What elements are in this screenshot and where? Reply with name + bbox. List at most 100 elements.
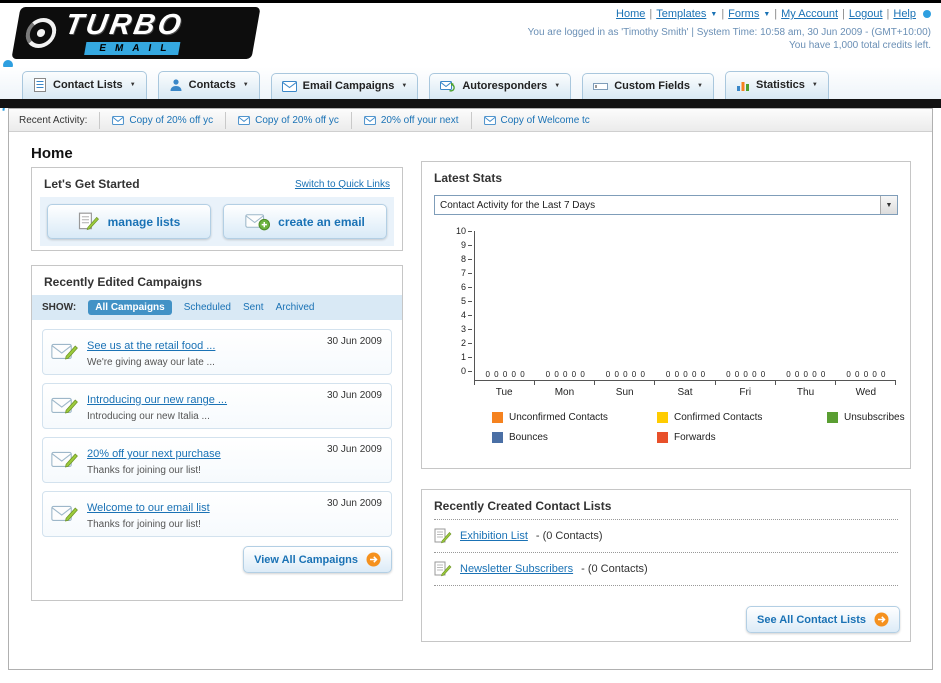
help-dot-icon	[923, 10, 931, 18]
stats-chart: 10 9 8 7 6 5 4 3 2 1 0 0 0 0 0 00 0 0 0 00 0 0 0 0…	[450, 226, 905, 443]
get-started-panel: Let's Get Started Switch to Quick Links …	[31, 167, 403, 251]
link-logout[interactable]: Logout	[849, 8, 883, 20]
chevron-down-icon: ▼	[242, 82, 249, 88]
tab-email-campaigns[interactable]: Email Campaigns ▼	[270, 73, 419, 99]
chart-plot-area: 0 0 0 0 00 0 0 0 00 0 0 0 00 0 0 0 00 0 …	[474, 231, 896, 381]
top-header: TURBO EMAIL Home | Templates ▼ | Forms ▼ | My…	[0, 3, 941, 111]
campaign-date: 30 Jun 2009	[326, 444, 382, 455]
campaign-subject: Thanks for joining our list!	[87, 465, 201, 476]
campaigns-title: Recently Edited Campaigns	[44, 275, 203, 289]
app-logo[interactable]: TURBO EMAIL	[11, 7, 261, 59]
chevron-down-icon: ▼	[697, 83, 703, 89]
campaign-subject: Thanks for joining our list!	[87, 519, 201, 530]
show-label: SHOW:	[42, 302, 77, 313]
pencil-paper-icon	[78, 212, 100, 231]
chart-x-labels: Tue Mon Sun Sat Fri Thu Wed	[495, 387, 877, 398]
tab-statistics[interactable]: Statistics ▼	[724, 71, 829, 99]
tab-autoresponders[interactable]: Autoresponders ▼	[429, 73, 572, 99]
chevron-down-icon: ▼	[710, 10, 718, 18]
campaign-date: 30 Jun 2009	[326, 390, 382, 401]
campaign-subject: We're giving away our late ...	[87, 357, 215, 368]
campaigns-panel: Recently Edited Campaigns SHOW: All Camp…	[31, 265, 403, 601]
link-home[interactable]: Home	[616, 8, 645, 20]
statistics-icon	[736, 78, 750, 92]
divider	[434, 585, 898, 586]
campaign-row[interactable]: See us at the retail food ... We're givi…	[42, 329, 392, 375]
stats-range-select[interactable]: Contact Activity for the Last 7 Days ▼	[434, 195, 898, 215]
campaign-link[interactable]: Welcome to our email list	[87, 502, 210, 514]
link-forms[interactable]: Forms	[728, 8, 759, 20]
contact-list-row[interactable]: Exhibition List - (0 Contacts)	[422, 520, 910, 552]
tab-contacts[interactable]: Contacts ▼	[157, 71, 260, 99]
chevron-down-icon: ▼	[129, 82, 136, 88]
campaign-link[interactable]: Introducing our new range ...	[87, 394, 227, 406]
campaign-row[interactable]: 20% off your next purchase Thanks for jo…	[42, 437, 392, 483]
tab-contact-lists[interactable]: Contact Lists ▼	[22, 71, 147, 99]
get-started-title: Let's Get Started	[44, 177, 140, 191]
legend-item: Forwards	[657, 432, 827, 443]
credits-info: You have 1,000 total credits left.	[789, 40, 931, 51]
campaign-list: See us at the retail food ... We're givi…	[32, 320, 402, 539]
tab-custom-fields[interactable]: Custom Fields ▼	[582, 73, 714, 99]
login-info: You are logged in as 'Timothy Smith' | S…	[527, 27, 931, 38]
filter-all-campaigns[interactable]: All Campaigns	[88, 300, 172, 315]
legend-item: Unsubscribes	[827, 412, 941, 423]
recent-activity-item[interactable]: Copy of Welcome tc	[470, 111, 602, 129]
stats-title: Latest Stats	[434, 171, 503, 185]
filter-archived[interactable]: Archived	[276, 302, 315, 313]
contact-lists-title: Recently Created Contact Lists	[434, 499, 612, 513]
contacts-icon	[169, 78, 183, 92]
legend-item: Unconfirmed Contacts	[492, 412, 657, 423]
legend-swatch	[657, 432, 668, 443]
envelope-pencil-icon	[51, 444, 79, 476]
link-templates[interactable]: Templates	[656, 8, 706, 20]
campaign-link[interactable]: 20% off your next purchase	[87, 448, 221, 460]
envelope-icon	[238, 115, 250, 125]
recent-activity-item[interactable]: 20% off your next	[350, 111, 471, 129]
legend-swatch	[827, 412, 838, 423]
legend-swatch	[492, 412, 503, 423]
recent-activity-bar: Recent Activity: Copy of 20% off yc Copy…	[9, 109, 932, 132]
link-my-account[interactable]: My Account	[781, 8, 838, 20]
get-started-body: manage lists create an email	[40, 197, 394, 246]
contact-list-row[interactable]: Newsletter Subscribers - (0 Contacts)	[422, 553, 910, 585]
legend-swatch	[492, 432, 503, 443]
view-all-campaigns-button[interactable]: View All Campaigns	[243, 546, 392, 573]
contact-list-count: - (0 Contacts)	[581, 563, 648, 575]
nav-divider-bar	[0, 99, 941, 108]
campaign-row[interactable]: Welcome to our email list Thanks for joi…	[42, 491, 392, 537]
switch-quick-links[interactable]: Switch to Quick Links	[295, 179, 390, 190]
envelope-icon	[364, 115, 376, 125]
envelope-icon	[483, 115, 496, 125]
recent-activity-item[interactable]: Copy of 20% off yc	[99, 111, 225, 129]
campaign-date: 30 Jun 2009	[326, 498, 382, 509]
campaign-row[interactable]: Introducing our new range ... Introducin…	[42, 383, 392, 429]
top-links: Home | Templates ▼ | Forms ▼ | My Account | Lo…	[528, 8, 931, 20]
stats-panel: Latest Stats Contact Activity for the La…	[421, 161, 911, 469]
campaign-link[interactable]: See us at the retail food ...	[87, 340, 215, 352]
logo-swirl-icon	[23, 18, 59, 48]
contact-list-link[interactable]: Exhibition List	[460, 530, 528, 542]
manage-lists-button[interactable]: manage lists	[47, 204, 211, 239]
main-nav: Contact Lists ▼ Contacts ▼ Email Campaig…	[0, 67, 941, 99]
campaign-date: 30 Jun 2009	[326, 336, 382, 347]
link-help[interactable]: Help	[893, 8, 916, 20]
envelope-pencil-icon	[51, 390, 79, 422]
campaign-subject: Introducing our new Italia ...	[87, 411, 210, 422]
create-email-button[interactable]: create an email	[223, 204, 387, 239]
contact-list-count: - (0 Contacts)	[535, 530, 603, 542]
arrow-right-icon	[366, 552, 381, 567]
chevron-down-icon: ▼	[401, 83, 408, 89]
content-frame: Recent Activity: Copy of 20% off yc Copy…	[8, 108, 933, 670]
campaigns-filter-bar: SHOW: All Campaigns Scheduled Sent Archi…	[32, 295, 402, 320]
legend-item: Bounces	[492, 432, 657, 443]
filter-scheduled[interactable]: Scheduled	[184, 302, 231, 313]
contact-lists-panel: Recently Created Contact Lists Exhibitio…	[421, 489, 911, 642]
recent-activity-item[interactable]: Copy of 20% off yc	[225, 111, 351, 129]
contact-lists-icon	[33, 78, 47, 92]
contact-list-link[interactable]: Newsletter Subscribers	[460, 563, 573, 575]
filter-sent[interactable]: Sent	[243, 302, 264, 313]
see-all-contact-lists-button[interactable]: See All Contact Lists	[745, 606, 900, 633]
chevron-down-icon: ▼	[880, 196, 897, 214]
custom-fields-icon	[593, 80, 609, 92]
